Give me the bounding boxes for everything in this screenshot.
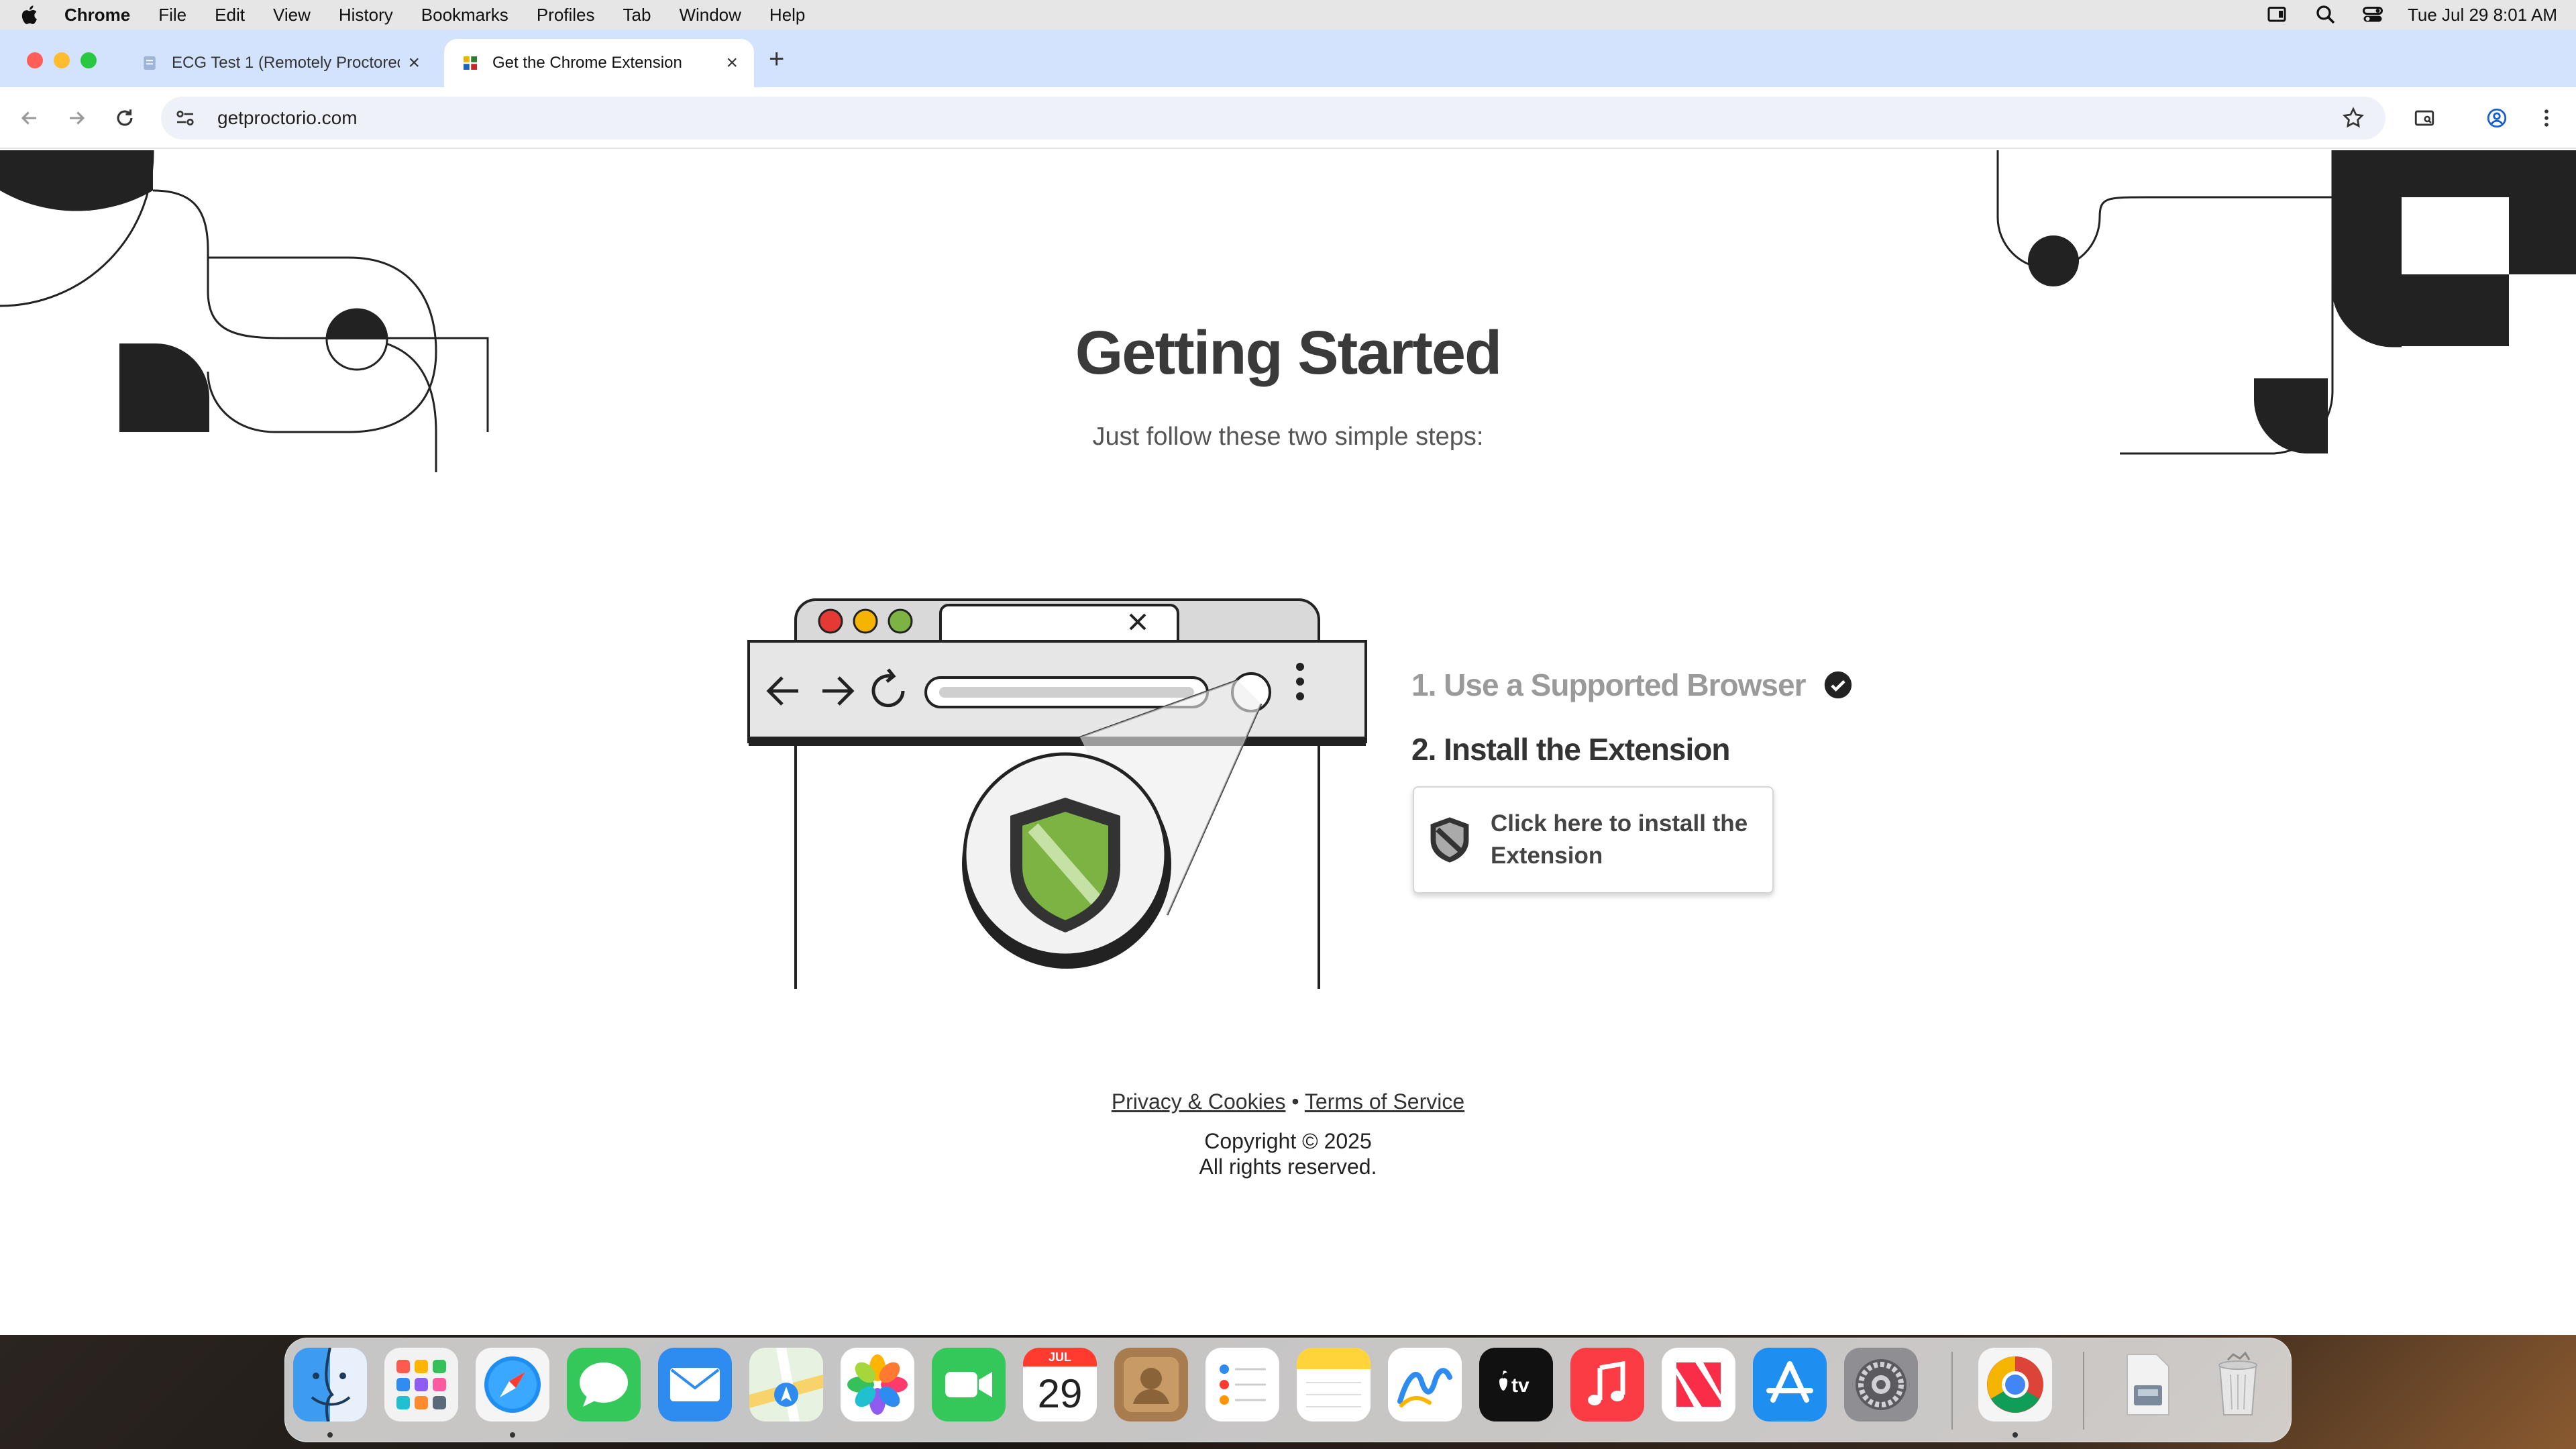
safari-icon[interactable] (476, 1348, 549, 1421)
reload-button[interactable] (109, 102, 141, 134)
window-zoom-button[interactable] (80, 52, 97, 68)
tab-title: ECG Test 1 (Remotely Proctored) (172, 54, 400, 72)
music-icon[interactable] (1570, 1348, 1644, 1421)
arrow-left-icon (21, 111, 36, 125)
step-install-extension: 2. Install the Extension (1411, 732, 1730, 767)
spotlight-search-icon[interactable] (2314, 3, 2338, 27)
app-store-icon[interactable] (1753, 1348, 1827, 1421)
news-icon[interactable] (1662, 1348, 1735, 1421)
menu-edit[interactable]: Edit (215, 5, 245, 25)
maps-icon[interactable] (749, 1348, 823, 1421)
status-area: Tue Jul 29 8:01 AM (2267, 3, 2557, 27)
menu-view[interactable]: View (273, 5, 311, 25)
proctorio-favicon-icon (464, 56, 477, 70)
privacy-cookies-link[interactable]: Privacy & Cookies (1112, 1089, 1286, 1114)
downloads-folder-icon[interactable] (2110, 1348, 2184, 1421)
reload-icon (117, 109, 133, 126)
reminders-icon[interactable] (1205, 1348, 1279, 1421)
dock-separator (1951, 1352, 1953, 1430)
facetime-icon[interactable] (932, 1348, 1006, 1421)
arrow-right-icon (70, 111, 85, 125)
bookmark-star-icon[interactable] (2341, 106, 2365, 130)
apple-icon[interactable] (19, 3, 42, 26)
apple-tv-icon[interactable]: tv (1479, 1348, 1553, 1421)
profile-button[interactable] (2481, 102, 2513, 134)
step1-label: 1. Use a Supported Browser (1411, 667, 1806, 702)
checkmark-icon (1824, 671, 1851, 699)
site-info-icon[interactable] (173, 106, 197, 130)
install-button-label: Click here to install the Extension (1491, 810, 1748, 869)
finder-icon[interactable] (293, 1347, 367, 1422)
photos-icon[interactable] (841, 1348, 914, 1421)
chrome-icon[interactable] (1978, 1348, 2052, 1421)
forward-button[interactable] (60, 102, 93, 134)
menu-history[interactable]: History (339, 5, 393, 25)
page-subtitle: Just follow these two simple steps: (1092, 423, 1484, 451)
tab-close-icon[interactable]: × (726, 52, 738, 74)
profile-avatar-icon (2487, 108, 2507, 128)
window-close-button[interactable] (27, 52, 43, 68)
tab-close-icon[interactable]: × (408, 52, 420, 74)
reading-list-button[interactable] (2408, 102, 2440, 134)
tab-title: Get the Chrome Extension (492, 54, 682, 72)
tab-get-extension[interactable]: Get the Chrome Extension × (444, 39, 754, 87)
finder-running-indicator (327, 1432, 333, 1438)
menu-profiles[interactable]: Profiles (537, 5, 595, 25)
install-extension-button[interactable]: Click here to install the Extension (1413, 786, 1774, 894)
terms-of-service-link[interactable]: Terms of Service (1305, 1089, 1464, 1114)
tab-strip: ECG Test 1 (Remotely Proctored) × Get th… (0, 30, 2576, 87)
step-supported-browser: 1. Use a Supported Browser (1411, 667, 1853, 703)
safari-running-indicator (510, 1432, 515, 1438)
launchpad-icon[interactable] (384, 1348, 458, 1421)
window-minimize-button[interactable] (54, 52, 70, 68)
footer-links: Privacy & Cookies • Terms of Service (0, 1089, 2576, 1114)
page-title: Getting Started (1075, 319, 1502, 387)
copyright-text: Copyright © 2025 (1204, 1129, 1372, 1153)
calendar-icon[interactable]: JUL 29 (1023, 1348, 1097, 1421)
tab-search-icon (2414, 110, 2434, 126)
chrome-menu-button[interactable] (2530, 102, 2563, 134)
screen-share-icon[interactable] (2267, 3, 2291, 27)
calendar-month: JUL (1048, 1350, 1071, 1364)
trash-icon[interactable] (2201, 1348, 2275, 1421)
menu-app-name[interactable]: Chrome (64, 5, 130, 25)
freeform-icon[interactable] (1388, 1348, 1462, 1421)
new-tab-button[interactable]: + (769, 44, 784, 74)
menu-tab[interactable]: Tab (623, 5, 651, 25)
tab-ecg-test[interactable]: ECG Test 1 (Remotely Proctored) × (123, 39, 436, 87)
shield-icon (1430, 817, 1469, 863)
address-bar[interactable]: getproctorio.com (161, 97, 2385, 140)
decorative-shapes-right (1996, 150, 2576, 455)
menu-window[interactable]: Window (679, 5, 741, 25)
footer-separator: • (1291, 1089, 1299, 1114)
browser-toolbar: getproctorio.com (0, 87, 2576, 149)
calendar-day: 29 (1037, 1371, 1083, 1416)
control-center-icon[interactable] (2361, 3, 2385, 27)
menu-clock[interactable]: Tue Jul 29 8:01 AM (2408, 5, 2557, 25)
copyright-notice: Copyright © 2025 All rights reserved. (0, 1128, 2576, 1179)
browser-extension-illustration (747, 598, 1367, 989)
menu-bar: Chrome File Edit View History Bookmarks … (0, 0, 2576, 30)
more-vertical-icon (2544, 109, 2548, 127)
menu-file[interactable]: File (158, 5, 186, 25)
dock: JUL 29 tv (284, 1338, 2292, 1442)
svg-text:tv: tv (1511, 1375, 1529, 1397)
mail-icon[interactable] (658, 1348, 732, 1421)
menu-bookmarks[interactable]: Bookmarks (421, 5, 508, 25)
contacts-icon[interactable] (1114, 1348, 1188, 1421)
browser-window: ECG Test 1 (Remotely Proctored) × Get th… (0, 30, 2576, 1335)
dock-separator (2083, 1352, 2084, 1430)
chrome-running-indicator (2012, 1432, 2018, 1438)
messages-icon[interactable] (567, 1348, 641, 1421)
system-settings-icon[interactable] (1844, 1348, 1918, 1421)
rights-text: All rights reserved. (1199, 1155, 1377, 1179)
url-text: getproctorio.com (217, 107, 358, 128)
back-button[interactable] (13, 102, 46, 134)
menu-help[interactable]: Help (769, 5, 805, 25)
document-favicon-icon (144, 56, 156, 70)
page-content: Getting Started Just follow these two si… (0, 150, 2576, 1335)
notes-icon[interactable] (1297, 1348, 1371, 1421)
